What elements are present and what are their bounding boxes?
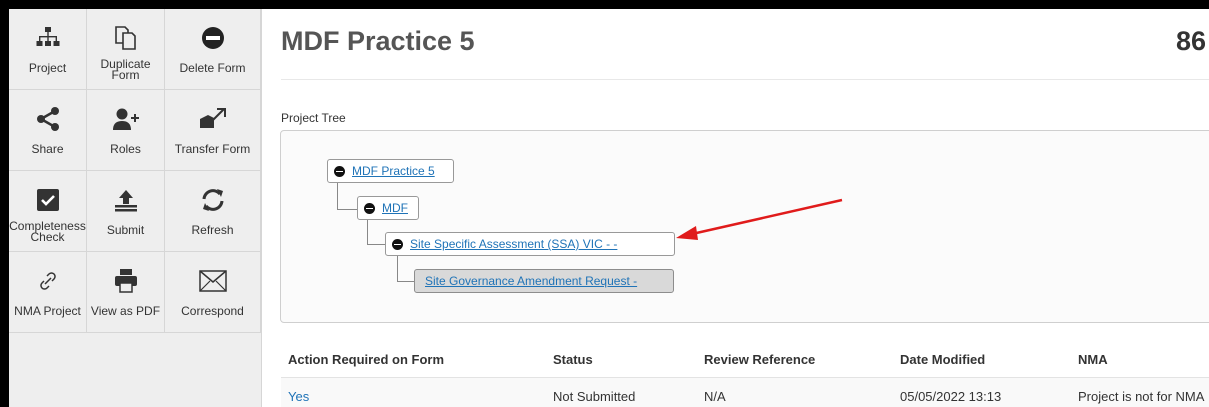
tree-connector xyxy=(337,183,358,210)
refresh-icon xyxy=(165,185,260,215)
duplicate-label-line2: Form xyxy=(111,68,140,82)
checkbox-icon xyxy=(9,185,86,215)
delete-form-button[interactable]: Delete Form xyxy=(165,9,261,90)
column-header-date-modified: Date Modified xyxy=(900,352,986,367)
upload-icon xyxy=(87,185,164,215)
action-toolbar: Project Duplicate Form Delete Form Share… xyxy=(9,9,262,407)
tree-node-link[interactable]: Site Specific Assessment (SSA) VIC - - xyxy=(410,237,617,251)
action-required-link[interactable]: Yes xyxy=(288,389,309,404)
duplicate-form-button[interactable]: Duplicate Form xyxy=(87,9,165,90)
minus-circle-icon xyxy=(165,23,260,53)
transfer-icon xyxy=(165,104,260,134)
roles-label: Roles xyxy=(110,142,141,156)
tree-connector xyxy=(397,256,415,282)
collapse-icon[interactable] xyxy=(364,202,375,214)
share-button[interactable]: Share xyxy=(9,90,87,171)
header-divider xyxy=(281,79,1209,80)
collapse-icon[interactable] xyxy=(392,238,403,250)
envelope-icon xyxy=(165,266,260,296)
column-header-action: Action Required on Form xyxy=(288,352,444,367)
top-border xyxy=(0,0,1209,9)
share-label: Share xyxy=(31,142,64,156)
duplicate-form-label: Duplicate Form xyxy=(87,58,164,82)
tree-node-link[interactable]: MDF xyxy=(382,201,408,215)
left-border xyxy=(0,0,9,407)
column-header-nma: NMA xyxy=(1078,352,1108,367)
tree-node-mdf[interactable]: MDF xyxy=(357,196,419,220)
transfer-form-label: Transfer Form xyxy=(174,142,251,156)
view-as-pdf-label: View as PDF xyxy=(90,304,161,318)
share-icon xyxy=(9,104,86,134)
duplicate-icon xyxy=(87,23,164,53)
tree-node-link[interactable]: Site Governance Amendment Request - xyxy=(425,274,637,288)
tree-node-project[interactable]: MDF Practice 5 xyxy=(327,159,454,183)
tree-connector xyxy=(367,220,386,245)
table-row xyxy=(281,378,1209,407)
submit-button[interactable]: Submit xyxy=(87,171,165,252)
add-user-icon xyxy=(87,104,164,134)
date-modified-cell: 05/05/2022 13:13 xyxy=(900,389,1002,404)
nma-cell: Project is not for NMA xyxy=(1078,389,1205,404)
view-as-pdf-button[interactable]: View as PDF xyxy=(87,252,165,333)
roles-button[interactable]: Roles xyxy=(87,90,165,171)
nma-project-button[interactable]: NMA Project xyxy=(9,252,87,333)
column-header-status: Status xyxy=(553,352,593,367)
completeness-check-label: Completeness Check xyxy=(9,220,86,244)
hierarchy-icon xyxy=(9,23,86,53)
delete-form-label: Delete Form xyxy=(179,61,246,75)
collapse-icon[interactable] xyxy=(334,165,345,177)
annotation-arrow xyxy=(676,198,843,240)
tree-node-governance-request[interactable]: Site Governance Amendment Request - xyxy=(414,269,674,293)
completeness-check-button[interactable]: Completeness Check xyxy=(9,171,87,252)
submit-label: Submit xyxy=(106,223,145,237)
link-icon xyxy=(9,266,86,296)
column-header-review-reference: Review Reference xyxy=(704,352,816,367)
printer-icon xyxy=(87,266,164,296)
correspond-button[interactable]: Correspond xyxy=(165,252,261,333)
page-title: MDF Practice 5 xyxy=(281,26,475,56)
review-reference-cell: N/A xyxy=(704,389,726,404)
tree-node-ssa[interactable]: Site Specific Assessment (SSA) VIC - - xyxy=(385,232,675,256)
correspond-label: Correspond xyxy=(181,304,244,318)
project-button[interactable]: Project xyxy=(9,9,87,90)
transfer-form-button[interactable]: Transfer Form xyxy=(165,90,261,171)
refresh-label: Refresh xyxy=(191,223,234,237)
completeness-label-line2: Check xyxy=(30,230,65,244)
project-number: 86 xyxy=(1176,26,1207,56)
project-tree-label: Project Tree xyxy=(281,111,346,125)
refresh-button[interactable]: Refresh xyxy=(165,171,261,252)
tree-node-link[interactable]: MDF Practice 5 xyxy=(352,164,435,178)
nma-project-label: NMA Project xyxy=(14,304,81,318)
status-cell: Not Submitted xyxy=(553,389,636,404)
project-label: Project xyxy=(28,61,67,75)
